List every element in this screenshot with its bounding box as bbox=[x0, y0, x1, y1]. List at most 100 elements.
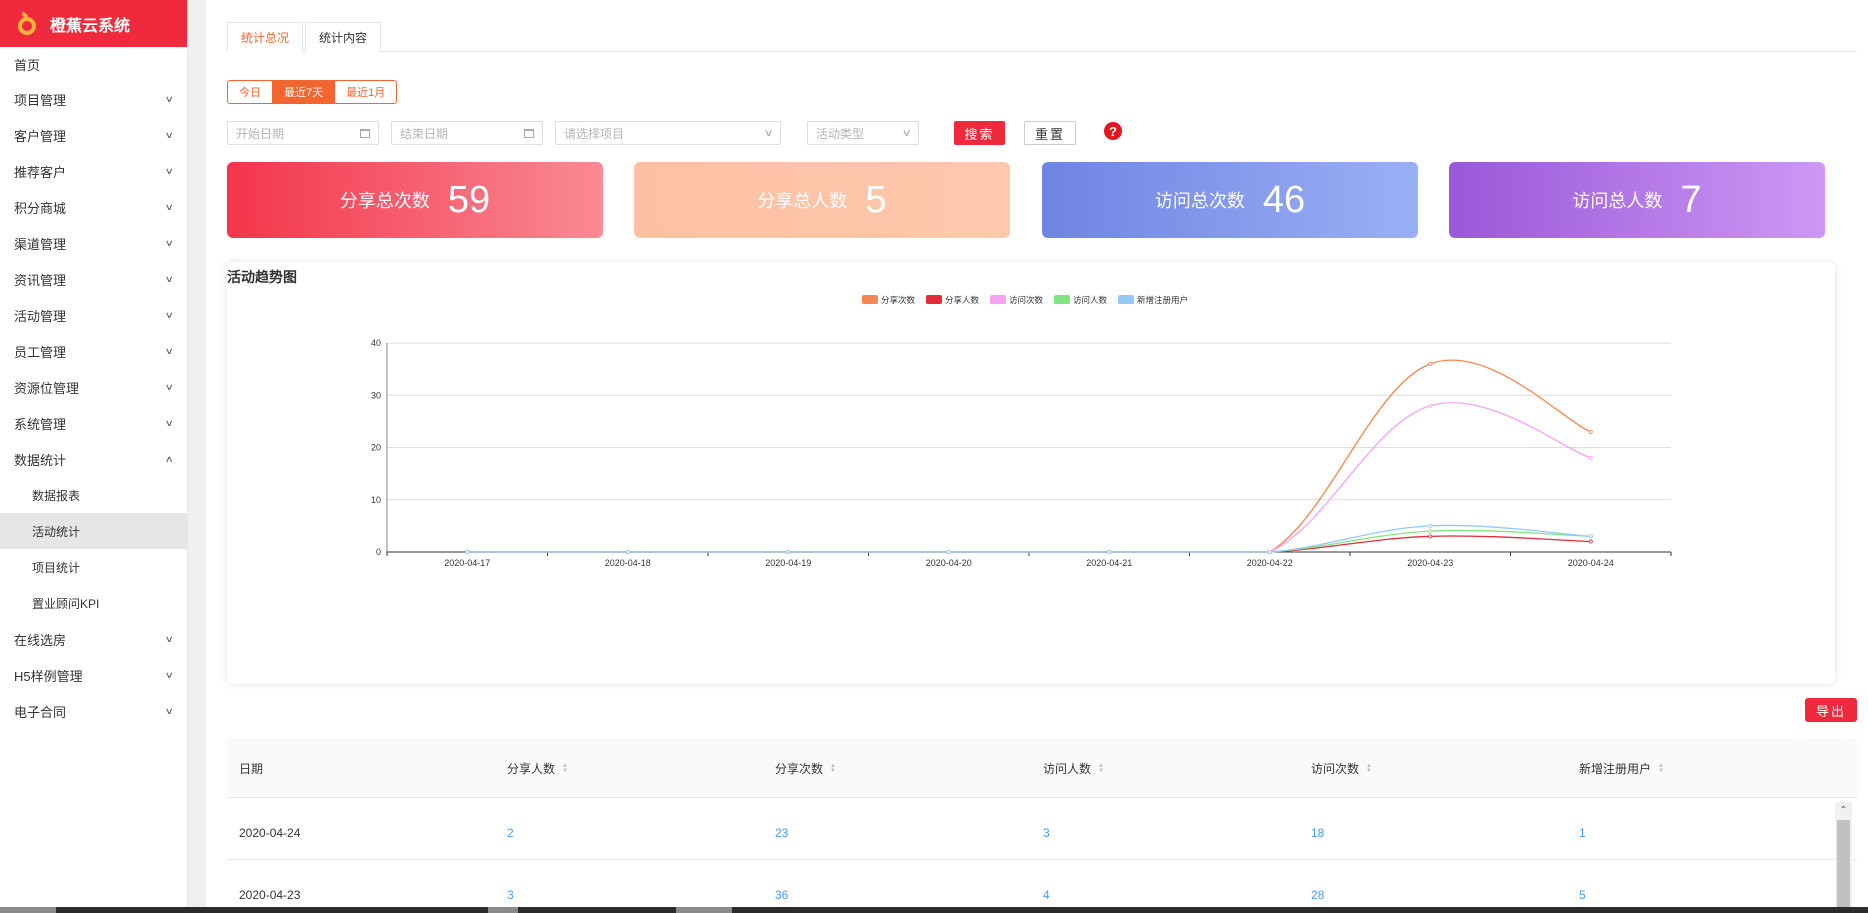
column-header[interactable]: 访问人数 ▲ ▼ bbox=[1043, 760, 1104, 777]
app-logo[interactable]: 橙蕉云系统 bbox=[0, 0, 187, 47]
data-point bbox=[1588, 429, 1593, 434]
x-tick-label: 2020-04-20 bbox=[926, 558, 972, 568]
sidebar-item[interactable]: 项目管理 ∨ bbox=[0, 81, 187, 117]
sidebar-item[interactable]: 系统管理 ∨ bbox=[0, 405, 187, 441]
sidebar-item[interactable]: H5样例管理 ∨ bbox=[0, 657, 187, 693]
sidebar-item-label: H5样例管理 bbox=[14, 668, 83, 684]
table-cell-date: 2020-04-24 bbox=[239, 826, 301, 840]
sidebar-subitem[interactable]: 项目统计 bbox=[0, 549, 187, 585]
sidebar-item[interactable]: 推荐客户 ∨ bbox=[0, 153, 187, 189]
sidebar-item-label: 活动管理 bbox=[14, 308, 67, 324]
column-header[interactable]: 分享次数 ▲ ▼ bbox=[775, 760, 836, 777]
table-cell-value[interactable]: 18 bbox=[1311, 826, 1324, 840]
table-cell-value[interactable]: 1 bbox=[1579, 826, 1586, 840]
table-cell-value[interactable]: 36 bbox=[775, 888, 788, 902]
chevron-down-icon: ∨ bbox=[165, 309, 175, 320]
table-cell-value[interactable]: 5 bbox=[1579, 888, 1586, 902]
table-cell-value[interactable]: 23 bbox=[775, 826, 788, 840]
scroll-up-icon[interactable]: ⌃ bbox=[1835, 802, 1852, 819]
sidebar-item-home[interactable]: 首页 bbox=[0, 47, 187, 81]
x-tick-label: 2020-04-19 bbox=[765, 558, 811, 568]
sidebar-item[interactable]: 员工管理 ∨ bbox=[0, 333, 187, 369]
table-cell-value[interactable]: 4 bbox=[1043, 888, 1050, 902]
sidebar-item[interactable]: 渠道管理 ∨ bbox=[0, 225, 187, 261]
sort-icon[interactable]: ▲ ▼ bbox=[562, 763, 568, 774]
column-header-label: 分享人数 bbox=[507, 762, 556, 776]
card-value: 7 bbox=[1680, 178, 1702, 221]
sidebar-item[interactable]: 电子合同 ∨ bbox=[0, 693, 187, 729]
x-tick-label: 2020-04-21 bbox=[1086, 558, 1132, 568]
end-date-placeholder: 结束日期 bbox=[400, 126, 449, 141]
card-label: 分享总次数 bbox=[339, 191, 430, 211]
range-1month-button[interactable]: 最近1月 bbox=[335, 81, 396, 103]
table-cell-value[interactable]: 2 bbox=[507, 826, 514, 840]
sort-icon[interactable]: ▲ ▼ bbox=[1658, 763, 1664, 774]
series-line bbox=[467, 402, 1591, 553]
chevron-down-icon: ∨ bbox=[901, 127, 912, 139]
summary-card: 分享总次数 59 bbox=[227, 162, 603, 238]
sidebar-item[interactable]: 资讯管理 ∨ bbox=[0, 261, 187, 297]
chevron-up-icon: ∧ bbox=[165, 453, 175, 464]
chevron-down-icon: ∨ bbox=[165, 669, 175, 680]
table-cell-value[interactable]: 28 bbox=[1311, 888, 1324, 902]
project-select[interactable]: 请选择项目 ∨ bbox=[555, 121, 781, 145]
search-button[interactable]: 搜索 bbox=[954, 121, 1005, 145]
table-body: 2020-04-24 2 23 3 18 1 2020-04-23 3 36 4 28 5 bbox=[227, 798, 1857, 913]
sidebar-subitem[interactable]: 数据报表 bbox=[0, 477, 187, 513]
sidebar-item-label: 资源位管理 bbox=[14, 380, 80, 396]
data-point bbox=[1428, 529, 1433, 534]
end-date-input[interactable]: 结束日期 bbox=[391, 121, 543, 145]
calendar-icon bbox=[524, 128, 534, 138]
activity-type-select[interactable]: 活动类型 ∨ bbox=[807, 121, 919, 145]
sort-icon[interactable]: ▲ ▼ bbox=[1098, 763, 1104, 774]
sort-icon[interactable]: ▲ ▼ bbox=[1366, 763, 1372, 774]
column-header[interactable]: 分享人数 ▲ ▼ bbox=[507, 760, 568, 777]
taskbar bbox=[0, 907, 1868, 913]
sidebar-item[interactable]: 活动管理 ∨ bbox=[0, 297, 187, 333]
summary-card: 访问总次数 46 bbox=[1042, 162, 1418, 238]
column-header: 日期 bbox=[239, 760, 263, 777]
sidebar-item[interactable]: 在线选房 ∨ bbox=[0, 621, 187, 657]
column-header[interactable]: 访问次数 ▲ ▼ bbox=[1311, 760, 1372, 777]
sidebar-item[interactable]: 资源位管理 ∨ bbox=[0, 369, 187, 405]
range-7days-button[interactable]: 最近7天 bbox=[273, 81, 336, 103]
sidebar-subitem[interactable]: 活动统计 bbox=[0, 513, 187, 549]
chevron-down-icon: ∨ bbox=[165, 633, 175, 644]
start-date-input[interactable]: 开始日期 bbox=[227, 121, 379, 145]
card-value: 46 bbox=[1262, 178, 1306, 221]
x-tick-label: 2020-04-22 bbox=[1247, 558, 1293, 568]
legend-swatch bbox=[862, 295, 878, 304]
sidebar-item-data-stats[interactable]: 数据统计 ∧ bbox=[0, 441, 187, 477]
chevron-down-icon: ∨ bbox=[165, 237, 175, 248]
column-header[interactable]: 新增注册用户 ▲ ▼ bbox=[1579, 760, 1664, 777]
y-tick-label: 20 bbox=[371, 443, 381, 453]
sidebar-item-label: 渠道管理 bbox=[14, 236, 67, 252]
data-point bbox=[1588, 539, 1593, 544]
data-point bbox=[1428, 534, 1433, 539]
data-point bbox=[1107, 549, 1112, 554]
table-cell-value[interactable]: 3 bbox=[507, 888, 514, 902]
sidebar-item[interactable]: 客户管理 ∨ bbox=[0, 117, 187, 153]
reset-button[interactable]: 重置 bbox=[1024, 121, 1076, 145]
tab-overview[interactable]: 统计总况 bbox=[227, 22, 304, 52]
series-line bbox=[467, 524, 1591, 553]
table-cell-value[interactable]: 3 bbox=[1043, 826, 1050, 840]
card-label: 访问总人数 bbox=[1572, 191, 1663, 211]
sidebar-subitem[interactable]: 置业顾问KPI bbox=[0, 585, 187, 621]
export-button[interactable]: 导出 bbox=[1805, 698, 1857, 722]
chevron-down-icon: ∨ bbox=[165, 93, 175, 104]
main-content: 统计总况 统计内容 今日 最近7天 最近1月 开始日期 结束日期 请选择项目 ∨… bbox=[206, 0, 1868, 913]
sidebar-item[interactable]: 积分商城 ∨ bbox=[0, 189, 187, 225]
table-scrollbar[interactable]: ⌃ bbox=[1835, 802, 1852, 913]
scroll-thumb[interactable] bbox=[1837, 820, 1850, 913]
data-point bbox=[1428, 523, 1433, 528]
tab-content[interactable]: 统计内容 bbox=[305, 22, 382, 52]
help-icon[interactable]: ? bbox=[1104, 122, 1122, 140]
legend-label: 分享人数 bbox=[945, 295, 980, 305]
sort-icon[interactable]: ▲ ▼ bbox=[830, 763, 836, 774]
y-tick-label: 30 bbox=[371, 390, 381, 400]
legend-swatch bbox=[1054, 295, 1070, 304]
data-point bbox=[946, 549, 951, 554]
x-tick-label: 2020-04-17 bbox=[444, 558, 490, 568]
range-today-button[interactable]: 今日 bbox=[228, 81, 273, 103]
